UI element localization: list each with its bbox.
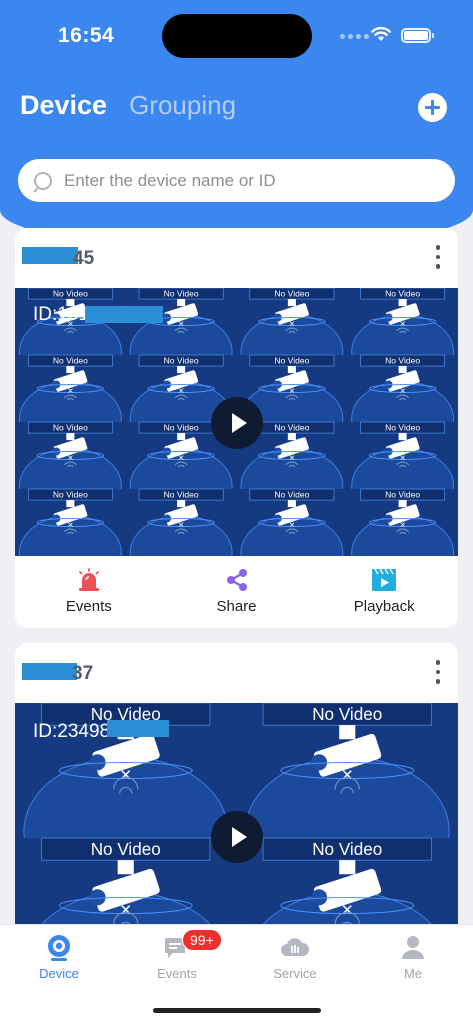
no-video-label: No Video: [274, 423, 309, 433]
no-video-label: No Video: [385, 423, 420, 433]
device-name: 45: [73, 248, 95, 269]
signal-icon: [340, 34, 369, 39]
offline-mark: ×: [341, 899, 353, 921]
no-video-label: No Video: [385, 490, 420, 500]
events-label: Events: [65, 598, 112, 615]
more-options-icon[interactable]: [435, 660, 440, 684]
redacted-id: [107, 720, 169, 737]
playback-button[interactable]: Playback: [310, 556, 458, 628]
top-tabs: Device Grouping: [20, 90, 236, 121]
no-video-tile: No Video×: [236, 488, 348, 556]
no-video-label: No Video: [164, 356, 199, 366]
device-card-header: 45: [15, 228, 458, 288]
tab-grouping[interactable]: Grouping: [129, 90, 236, 121]
play-button[interactable]: [211, 397, 263, 449]
no-video-label: No Video: [53, 423, 88, 433]
nav-device-label: Device: [39, 966, 79, 981]
nav-service[interactable]: Service: [236, 925, 354, 981]
device-card[interactable]: 37 No Video × No Video × No Video × No Video × …: [15, 643, 458, 943]
playback-label: Playback: [353, 598, 415, 615]
events-count-badge: 99+: [182, 929, 222, 951]
no-video-label: No Video: [53, 289, 88, 299]
device-card[interactable]: 45 No Video × No Video × No Video × No Video × N…: [15, 228, 458, 628]
no-video-label: No Video: [274, 356, 309, 366]
redacted-name: [22, 663, 77, 680]
offline-mark: ×: [341, 764, 353, 786]
offline-mark: ×: [120, 899, 132, 921]
offline-mark: ×: [120, 764, 132, 786]
dynamic-island: [162, 14, 312, 58]
add-device-button[interactable]: [418, 93, 447, 122]
share-button[interactable]: Share: [163, 556, 311, 628]
redacted-id: [85, 306, 163, 323]
nav-me[interactable]: Me: [354, 925, 472, 981]
nav-events[interactable]: Events 99+: [118, 925, 236, 981]
share-label: Share: [216, 598, 257, 615]
no-video-label: No Video: [164, 423, 199, 433]
video-preview[interactable]: No Video × No Video × No Video × No Video × ID:…: [15, 703, 458, 943]
nav-events-label: Events: [157, 966, 197, 981]
search-icon: [33, 172, 52, 193]
no-video-label: No Video: [385, 289, 420, 299]
no-video-label: No Video: [312, 840, 382, 859]
playback-icon: [372, 568, 397, 591]
tab-device[interactable]: Device: [20, 90, 107, 121]
nav-device[interactable]: Device: [0, 925, 118, 981]
device-card-header: 37: [15, 643, 458, 703]
redacted-name: [22, 247, 78, 264]
cloud-service-icon: [281, 938, 310, 956]
no-video-label: No Video: [53, 490, 88, 500]
no-video-label: No Video: [385, 356, 420, 366]
no-video-label: No Video: [274, 490, 309, 500]
search-input[interactable]: [64, 159, 444, 202]
no-video-tile: No Video×: [15, 488, 126, 556]
no-video-label: No Video: [164, 289, 199, 299]
status-time: 16:54: [58, 24, 115, 47]
wifi-icon: [371, 26, 391, 41]
nav-me-label: Me: [403, 966, 423, 981]
device-name: 37: [72, 663, 94, 684]
no-video-label: No Video: [164, 490, 199, 500]
battery-icon: [401, 28, 434, 43]
person-icon: [402, 936, 424, 959]
no-video-label: No Video: [91, 840, 161, 859]
video-preview[interactable]: No Video × No Video × No Video × No Video × No V…: [15, 288, 458, 556]
nav-service-label: Service: [273, 966, 317, 981]
no-video-label: No Video: [53, 356, 88, 366]
no-video-tile: No Video×: [347, 488, 458, 556]
events-button[interactable]: Events: [15, 556, 163, 628]
camera-icon: [48, 935, 70, 961]
no-video-label: No Video: [312, 705, 382, 724]
play-button[interactable]: [211, 811, 263, 863]
alarm-siren-icon: [78, 568, 99, 591]
no-video-label: No Video: [274, 289, 309, 299]
share-icon: [226, 569, 247, 591]
home-indicator: [153, 1008, 321, 1013]
more-options-icon[interactable]: [435, 245, 440, 269]
device-actions: Events Share Playback: [15, 556, 458, 628]
search-bar[interactable]: [18, 159, 455, 202]
no-video-tile: No Video×: [125, 488, 237, 556]
device-id-label: ID:23498: [33, 721, 111, 742]
status-bar: 16:54: [0, 0, 473, 70]
